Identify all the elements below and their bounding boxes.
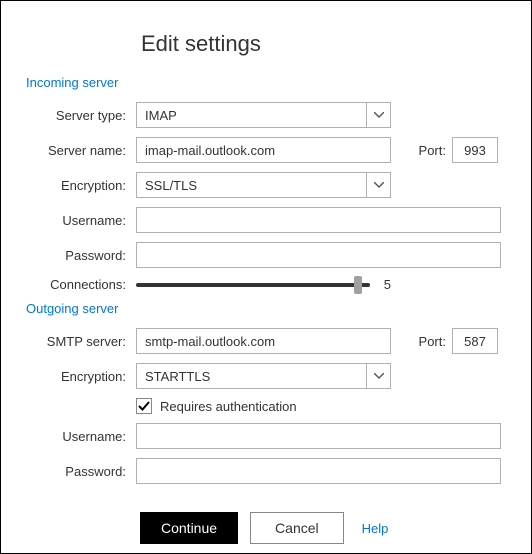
outgoing-encryption-select[interactable] xyxy=(136,363,391,389)
outgoing-password-input[interactable] xyxy=(136,458,501,484)
incoming-section-header: Incoming server xyxy=(26,75,506,90)
connections-slider[interactable] xyxy=(136,283,370,287)
outgoing-port-input[interactable] xyxy=(452,328,498,354)
server-name-label: Server name: xyxy=(26,143,136,158)
connections-value: 5 xyxy=(384,277,391,292)
outgoing-username-label: Username: xyxy=(26,429,136,444)
help-link[interactable]: Help xyxy=(362,521,389,536)
outgoing-username-input[interactable] xyxy=(136,423,501,449)
chevron-down-icon xyxy=(374,112,384,118)
incoming-username-label: Username: xyxy=(26,213,136,228)
checkmark-icon xyxy=(138,400,150,412)
cancel-button[interactable]: Cancel xyxy=(250,512,344,544)
chevron-down-icon xyxy=(374,373,384,379)
incoming-password-input[interactable] xyxy=(136,242,501,268)
incoming-encryption-label: Encryption: xyxy=(26,178,136,193)
settings-dialog: Edit settings Incoming server Server typ… xyxy=(0,0,532,554)
incoming-encryption-select[interactable] xyxy=(136,172,391,198)
smtp-server-label: SMTP server: xyxy=(26,334,136,349)
incoming-port-label: Port: xyxy=(416,143,452,158)
requires-auth-checkbox[interactable] xyxy=(136,398,152,414)
outgoing-port-label: Port: xyxy=(416,334,452,349)
outgoing-encryption-label: Encryption: xyxy=(26,369,136,384)
requires-auth-label: Requires authentication xyxy=(160,399,297,414)
server-type-dropdown-button[interactable] xyxy=(366,103,390,127)
incoming-encryption-dropdown-button[interactable] xyxy=(366,173,390,197)
server-type-label: Server type: xyxy=(26,108,136,123)
page-title: Edit settings xyxy=(141,31,506,57)
outgoing-password-label: Password: xyxy=(26,464,136,479)
server-name-input[interactable] xyxy=(136,137,391,163)
continue-button[interactable]: Continue xyxy=(140,512,238,544)
connections-label: Connections: xyxy=(26,277,136,292)
outgoing-section-header: Outgoing server xyxy=(26,301,506,316)
smtp-server-input[interactable] xyxy=(136,328,391,354)
incoming-password-label: Password: xyxy=(26,248,136,263)
chevron-down-icon xyxy=(374,182,384,188)
incoming-username-input[interactable] xyxy=(136,207,501,233)
server-type-select[interactable] xyxy=(136,102,391,128)
outgoing-encryption-dropdown-button[interactable] xyxy=(366,364,390,388)
incoming-port-input[interactable] xyxy=(452,137,498,163)
connections-slider-thumb[interactable] xyxy=(354,276,362,294)
